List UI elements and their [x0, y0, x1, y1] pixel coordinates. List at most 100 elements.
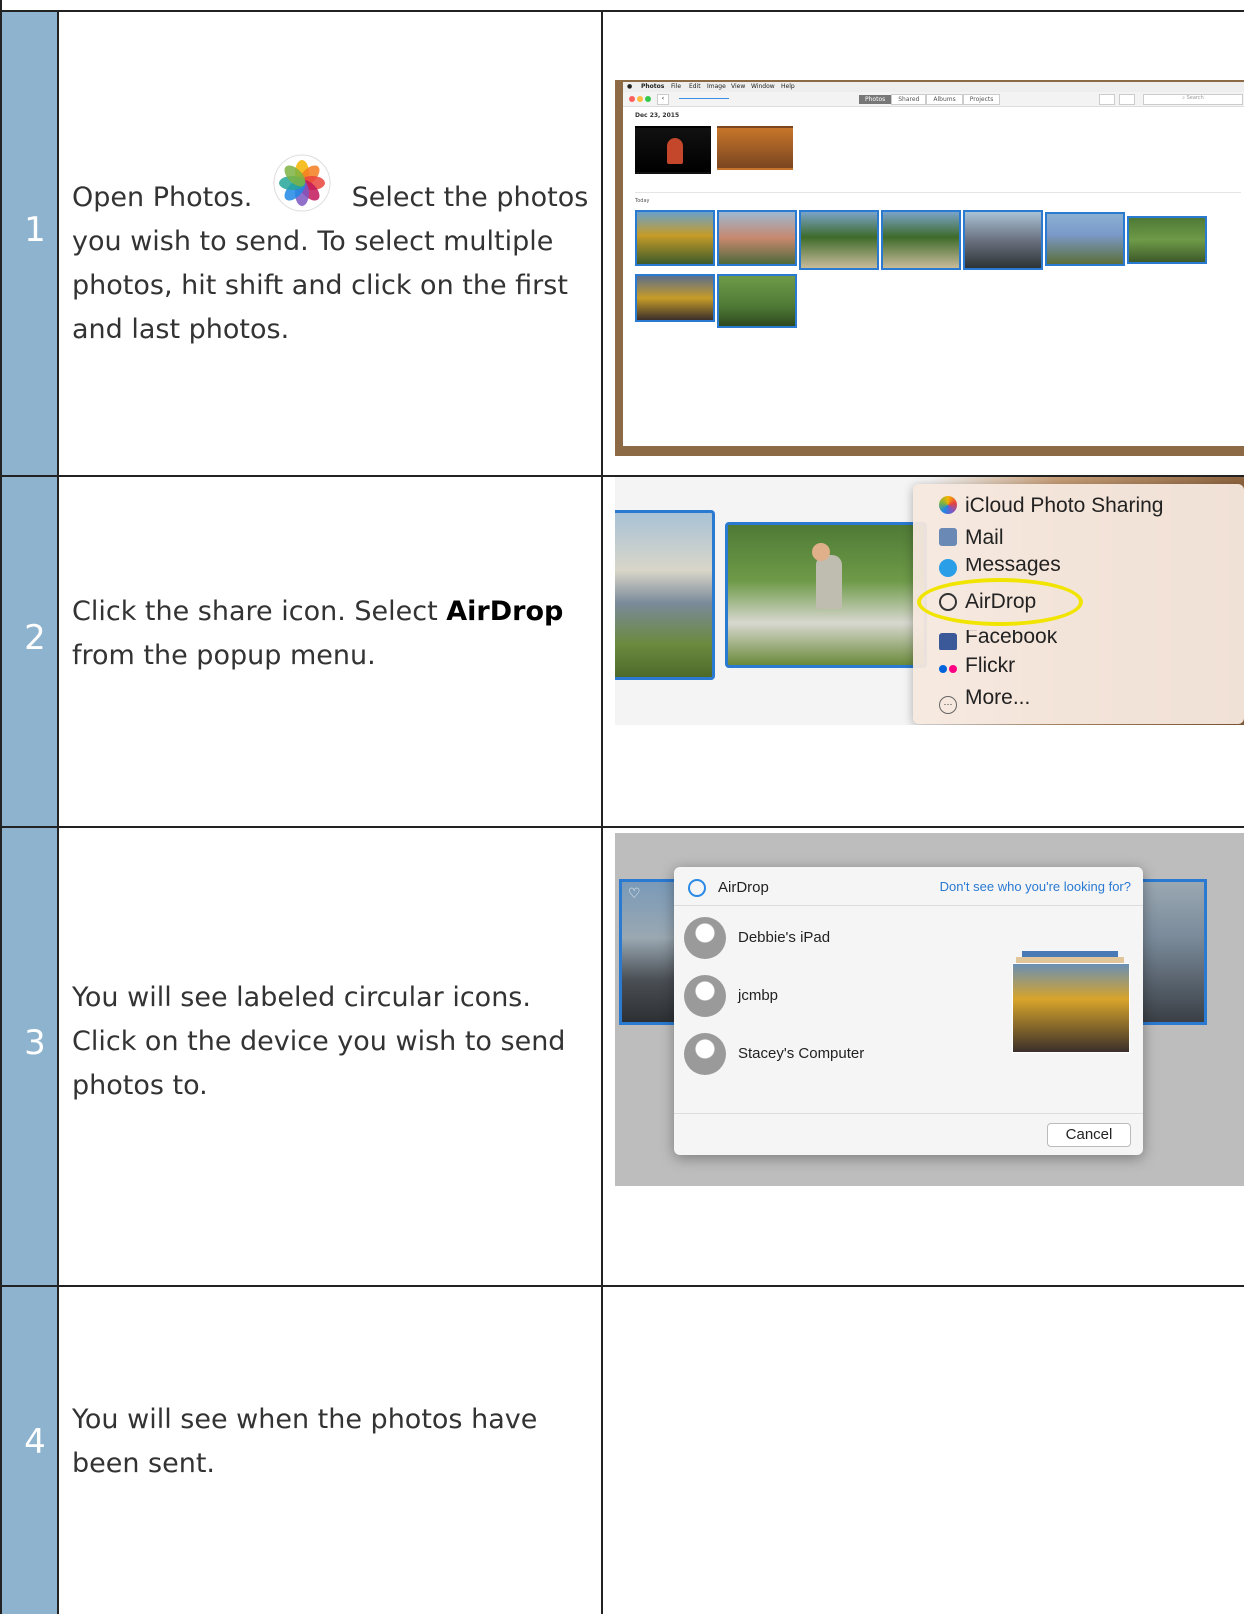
dialog-header-divider	[674, 905, 1143, 906]
border-row-2	[0, 826, 1244, 828]
menu-image[interactable]: Image	[707, 83, 726, 90]
menu-item-label: Mail	[965, 526, 1004, 549]
facebook-icon	[939, 633, 957, 650]
zoom-icon[interactable]	[645, 96, 651, 102]
airdrop-icon	[688, 879, 706, 897]
avatar-icon	[684, 1033, 726, 1075]
dialog-title: AirDrop	[718, 879, 769, 896]
back-icon[interactable]: ‹	[657, 94, 669, 105]
divider	[635, 192, 1241, 193]
menu-view[interactable]: View	[731, 83, 745, 90]
border-left	[0, 0, 2, 1614]
photo-thumbnail[interactable]	[717, 210, 797, 266]
border-step-column	[57, 10, 59, 1614]
device-name: jcmbp	[738, 987, 779, 1004]
step-row-3: 3 You will see labeled circular icons. C…	[0, 827, 1244, 1286]
photo-thumbnail[interactable]	[717, 126, 793, 170]
view-tabs: Photos Shared Albums Projects	[859, 94, 1001, 105]
search-input[interactable]: ⌕ Search	[1143, 94, 1243, 105]
tab-albums[interactable]: Albums	[926, 94, 963, 105]
group-date: Dec 23, 2015	[635, 112, 680, 119]
menu-window[interactable]: Window	[751, 83, 775, 90]
more-icon: ···	[939, 696, 957, 714]
zoom-slider[interactable]	[679, 98, 729, 99]
border-row-1	[0, 475, 1244, 477]
photo-thumbnail[interactable]	[1127, 216, 1207, 264]
photo-thumbnail[interactable]	[1135, 879, 1207, 1025]
tab-shared[interactable]: Shared	[891, 94, 927, 105]
help-link[interactable]: Don't see who you're looking for?	[940, 879, 1131, 894]
photo-thumbnail[interactable]	[963, 210, 1043, 270]
photo-thumbnail[interactable]	[725, 522, 927, 668]
menu-item-mail[interactable]: Mail	[939, 526, 1004, 554]
add-button[interactable]	[1099, 94, 1115, 105]
photos-window: ● Photos File Edit Image View Window Hel…	[623, 82, 1244, 446]
photo-thumbnail[interactable]	[881, 210, 961, 270]
menu-item-icloud[interactable]: iCloud Photo Sharing	[939, 494, 1163, 522]
heart-icon[interactable]: ♡	[628, 886, 641, 902]
close-icon[interactable]	[629, 96, 635, 102]
share-button[interactable]	[1119, 94, 1135, 105]
airdrop-highlight-circle	[917, 578, 1083, 626]
device-staceys-computer[interactable]: Stacey's Computer	[684, 1033, 984, 1077]
menu-item-label: Facebook	[965, 630, 1058, 648]
menu-item-flickr[interactable]: Flickr	[939, 654, 1015, 682]
photo-thumbnail[interactable]	[635, 126, 711, 174]
menu-item-more[interactable]: ··· More...	[939, 686, 1030, 714]
group-today: Today	[635, 198, 650, 204]
border-row-top	[0, 10, 1244, 12]
step-number: 2	[24, 618, 46, 658]
step-row-4: 4 You will see when the photos have been…	[0, 1286, 1244, 1614]
photos-app-screenshot: ● Photos File Edit Image View Window Hel…	[615, 80, 1244, 456]
step-text: Open Photos. Select the photos you wish …	[72, 154, 592, 352]
step-text-highlight: AirDrop	[446, 596, 564, 627]
menu-item-facebook[interactable]: Facebook	[939, 630, 1057, 650]
step-number: 4	[24, 1422, 46, 1462]
menu-edit[interactable]: Edit	[689, 83, 701, 90]
menu-item-label: Flickr	[965, 654, 1016, 677]
tab-photos[interactable]: Photos	[859, 95, 892, 104]
menu-file[interactable]: File	[671, 83, 681, 90]
airdrop-dialog: AirDrop Don't see who you're looking for…	[674, 867, 1143, 1155]
device-debbies-ipad[interactable]: Debbie's iPad	[684, 917, 984, 961]
step-text: Click the share icon. Select AirDrop fro…	[72, 590, 592, 678]
photo-thumbnail[interactable]	[635, 210, 715, 266]
menu-item-label: Messages	[965, 558, 1061, 576]
photo-thumbnail[interactable]	[799, 210, 879, 270]
menu-photos[interactable]: Photos	[641, 83, 664, 90]
mail-icon	[939, 528, 957, 546]
share-popup-menu: iCloud Photo Sharing Mail Messages AirDr…	[913, 484, 1244, 724]
photo-thumbnail[interactable]	[635, 274, 715, 322]
photo-thumbnail[interactable]	[1045, 212, 1125, 266]
apple-icon[interactable]: ●	[627, 83, 632, 90]
cancel-button[interactable]: Cancel	[1047, 1123, 1131, 1147]
device-jcmbp[interactable]: jcmbp	[684, 975, 984, 1019]
menu-item-messages[interactable]: Messages	[939, 558, 1061, 578]
search-icon: ⌕	[1182, 95, 1186, 101]
airdrop-screenshot: ♡ AirDrop Don't see who you're looking f…	[615, 833, 1244, 1186]
search-placeholder: Search	[1186, 95, 1204, 101]
step-text: You will see when the photos have been s…	[72, 1404, 538, 1479]
step-text-before: Open Photos.	[72, 182, 253, 213]
share-menu-screenshot: iCloud Photo Sharing Mail Messages AirDr…	[615, 476, 1244, 725]
messages-icon	[939, 559, 957, 577]
minimize-icon[interactable]	[637, 96, 643, 102]
step-row-2: 2 Click the share icon. Select AirDrop f…	[0, 476, 1244, 827]
step-number: 3	[24, 1023, 46, 1063]
flickr-icon	[939, 655, 959, 679]
tab-projects[interactable]: Projects	[962, 94, 1001, 105]
instructions-table: 1 Open Photos. Select the photos you wis…	[0, 0, 1244, 1614]
menu-help[interactable]: Help	[781, 83, 795, 90]
menu-bar: ● Photos File Edit Image View Window Hel…	[623, 82, 1244, 92]
menu-item-label: iCloud Photo Sharing	[965, 494, 1164, 517]
photo-stack-preview	[1012, 951, 1130, 1053]
photo-thumbnail[interactable]	[615, 510, 715, 680]
photo-thumbnail[interactable]	[717, 274, 797, 328]
border-middle	[601, 10, 603, 1614]
avatar-icon	[684, 917, 726, 959]
step-text: You will see labeled circular icons. Cli…	[72, 982, 566, 1101]
dialog-footer-divider	[674, 1113, 1143, 1114]
avatar-icon	[684, 975, 726, 1017]
device-name: Stacey's Computer	[738, 1045, 865, 1062]
toolbar: ‹ Photos Shared Albums Projects ⌕ Search	[623, 92, 1244, 107]
